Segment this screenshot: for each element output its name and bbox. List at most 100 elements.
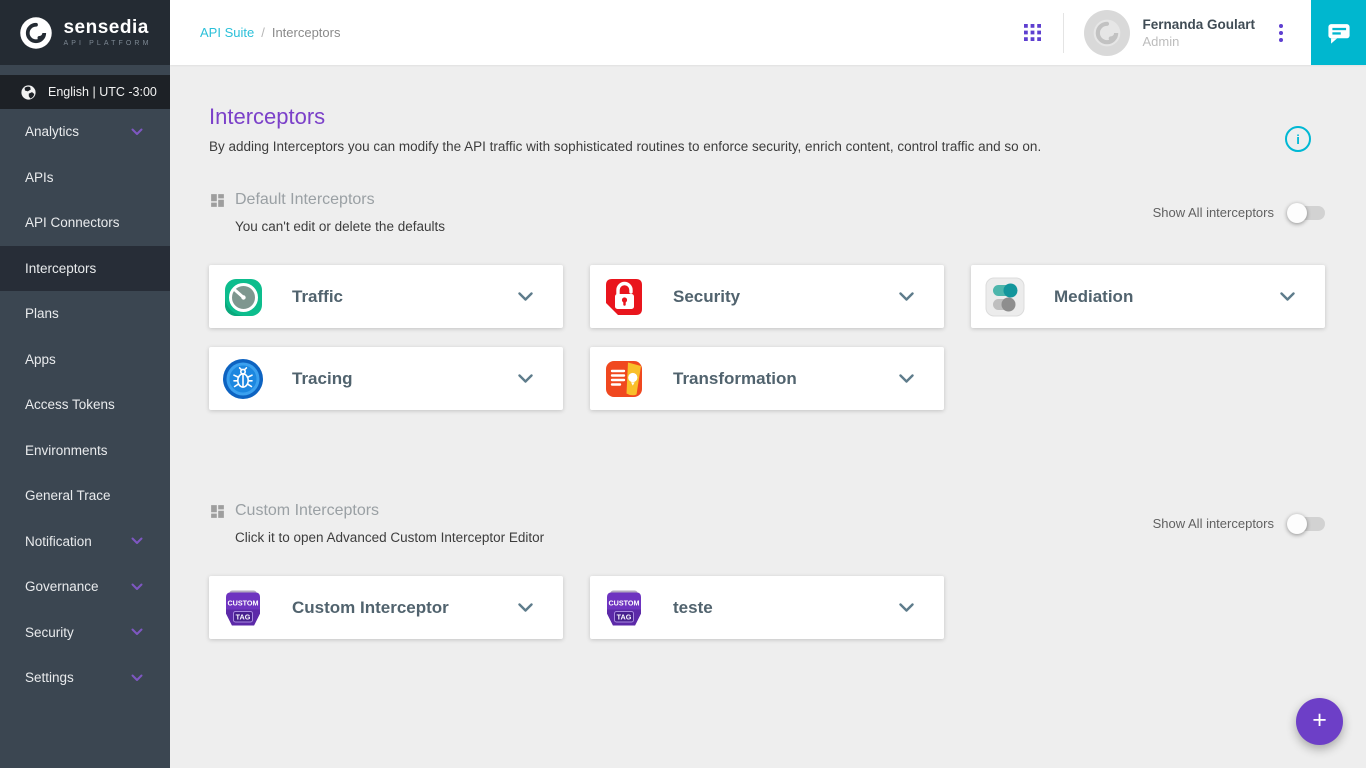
section-subtitle: Click it to open Advanced Custom Interce… [235,530,1325,545]
breadcrumb-current: Interceptors [272,25,341,40]
page-description: By adding Interceptors you can modify th… [209,139,1269,154]
sidebar-nav: Analytics APIs API Connectors Intercepto… [0,109,170,701]
chevron-down-icon[interactable] [1276,288,1299,305]
sidebar-item-label: Apps [25,352,56,367]
breadcrumb: API Suite / Interceptors [200,25,1016,40]
page-title: Interceptors [209,105,1325,129]
interceptor-card-tracing[interactable]: Tracing [209,347,563,410]
header-divider [1063,13,1064,53]
brand-tagline: API PLATFORM [63,40,151,47]
sensedia-logo-icon [18,15,54,51]
sidebar-item-label: Interceptors [25,261,96,276]
user-role: Admin [1142,34,1255,49]
sensedia-swirl-icon [1087,13,1127,53]
language-label: English | UTC -3:00 [48,85,157,99]
interceptor-card-teste[interactable]: CUSTOM TAG teste [590,576,944,639]
sidebar-item-label: Plans [25,306,59,321]
user-name: Fernanda Goulart [1142,17,1255,32]
kebab-menu-icon [1279,24,1283,42]
chevron-down-icon[interactable] [514,370,537,387]
sidebar-item-label: API Connectors [25,215,120,230]
sidebar-item-api-connectors[interactable]: API Connectors [0,200,170,246]
chat-icon [1324,18,1354,48]
sidebar-item-general-trace[interactable]: General Trace [0,473,170,519]
chevron-down-icon[interactable] [895,370,918,387]
card-label: Custom Interceptor [292,598,449,618]
custom-interceptors-section: Custom Interceptors Click it to open Adv… [209,502,1325,639]
brand-logo[interactable]: sensedia API PLATFORM [0,0,170,65]
sidebar-item-environments[interactable]: Environments [0,428,170,474]
chevron-down-icon[interactable] [895,599,918,616]
chevron-down-icon[interactable] [895,288,918,305]
sidebar-item-label: APIs [25,170,54,185]
svg-text:TAG: TAG [617,612,632,621]
svg-text:CUSTOM: CUSTOM [227,598,258,607]
default-interceptors-section: Default Interceptors You can't edit or d… [209,191,1325,410]
kebab-menu-button[interactable] [1273,18,1289,48]
sidebar-item-label: Analytics [25,124,79,139]
chevron-down-icon [131,537,143,545]
section-title: Custom Interceptors [235,502,379,520]
chat-button[interactable] [1311,0,1366,65]
section-subtitle: You can't edit or delete the defaults [235,219,1325,234]
avatar[interactable] [1084,10,1130,56]
transformation-doc-bulb-icon [602,357,646,401]
card-label: teste [673,598,713,618]
chevron-down-icon [131,128,143,136]
sidebar-item-label: Settings [25,670,74,685]
globe-icon [20,84,37,101]
chevron-down-icon[interactable] [514,288,537,305]
apps-grid-icon [1024,24,1041,41]
sidebar-item-analytics[interactable]: Analytics [0,109,170,155]
custom-cards-grid: CUSTOM TAG Custom Interceptor [209,576,1325,639]
card-label: Tracing [292,369,352,389]
dashboard-grid-icon [209,503,226,520]
add-interceptor-fab[interactable]: + [1296,698,1343,745]
show-all-label: Show All interceptors [1153,516,1274,531]
default-cards-grid: Traffic Security [209,265,1325,410]
sidebar-item-label: Environments [25,443,108,458]
card-label: Transformation [673,369,797,389]
security-padlock-icon [602,275,646,319]
svg-text:CUSTOM: CUSTOM [608,598,639,607]
sidebar-item-label: Notification [25,534,92,549]
breadcrumb-api-suite[interactable]: API Suite [200,25,254,40]
custom-tag-icon: CUSTOM TAG [221,586,265,630]
sidebar-item-apps[interactable]: Apps [0,337,170,383]
apps-grid-button[interactable] [1016,16,1049,49]
brand-name: sensedia [63,18,151,37]
traffic-gauge-icon [221,275,265,319]
toggle-knob [1287,514,1307,534]
interceptor-card-mediation[interactable]: Mediation [971,265,1325,328]
show-all-label: Show All interceptors [1153,205,1274,220]
sidebar-item-security[interactable]: Security [0,610,170,656]
show-all-toggle[interactable] [1290,517,1325,531]
sidebar-item-label: Governance [25,579,99,594]
sidebar: sensedia API PLATFORM English | UTC -3:0… [0,0,170,768]
chevron-down-icon [131,583,143,591]
tracing-bug-icon [221,357,265,401]
custom-tag-icon: CUSTOM TAG [602,586,646,630]
interceptor-card-traffic[interactable]: Traffic [209,265,563,328]
sidebar-item-interceptors[interactable]: Interceptors [0,246,170,292]
sidebar-item-notification[interactable]: Notification [0,519,170,565]
dashboard-grid-icon [209,192,226,209]
toggle-knob [1287,203,1307,223]
sidebar-item-governance[interactable]: Governance [0,564,170,610]
language-selector[interactable]: English | UTC -3:00 [0,75,170,109]
show-all-toggle[interactable] [1290,206,1325,220]
chevron-down-icon [131,628,143,636]
interceptor-card-security[interactable]: Security [590,265,944,328]
interceptor-card-custom-interceptor[interactable]: CUSTOM TAG Custom Interceptor [209,576,563,639]
chevron-down-icon[interactable] [514,599,537,616]
mediation-switches-icon [983,275,1027,319]
card-label: Traffic [292,287,343,307]
sidebar-item-apis[interactable]: APIs [0,155,170,201]
interceptor-card-transformation[interactable]: Transformation [590,347,944,410]
sidebar-item-settings[interactable]: Settings [0,655,170,701]
sidebar-item-label: Security [25,625,74,640]
info-icon[interactable]: i [1285,126,1311,152]
sidebar-item-plans[interactable]: Plans [0,291,170,337]
sidebar-item-access-tokens[interactable]: Access Tokens [0,382,170,428]
sidebar-item-label: Access Tokens [25,397,115,412]
